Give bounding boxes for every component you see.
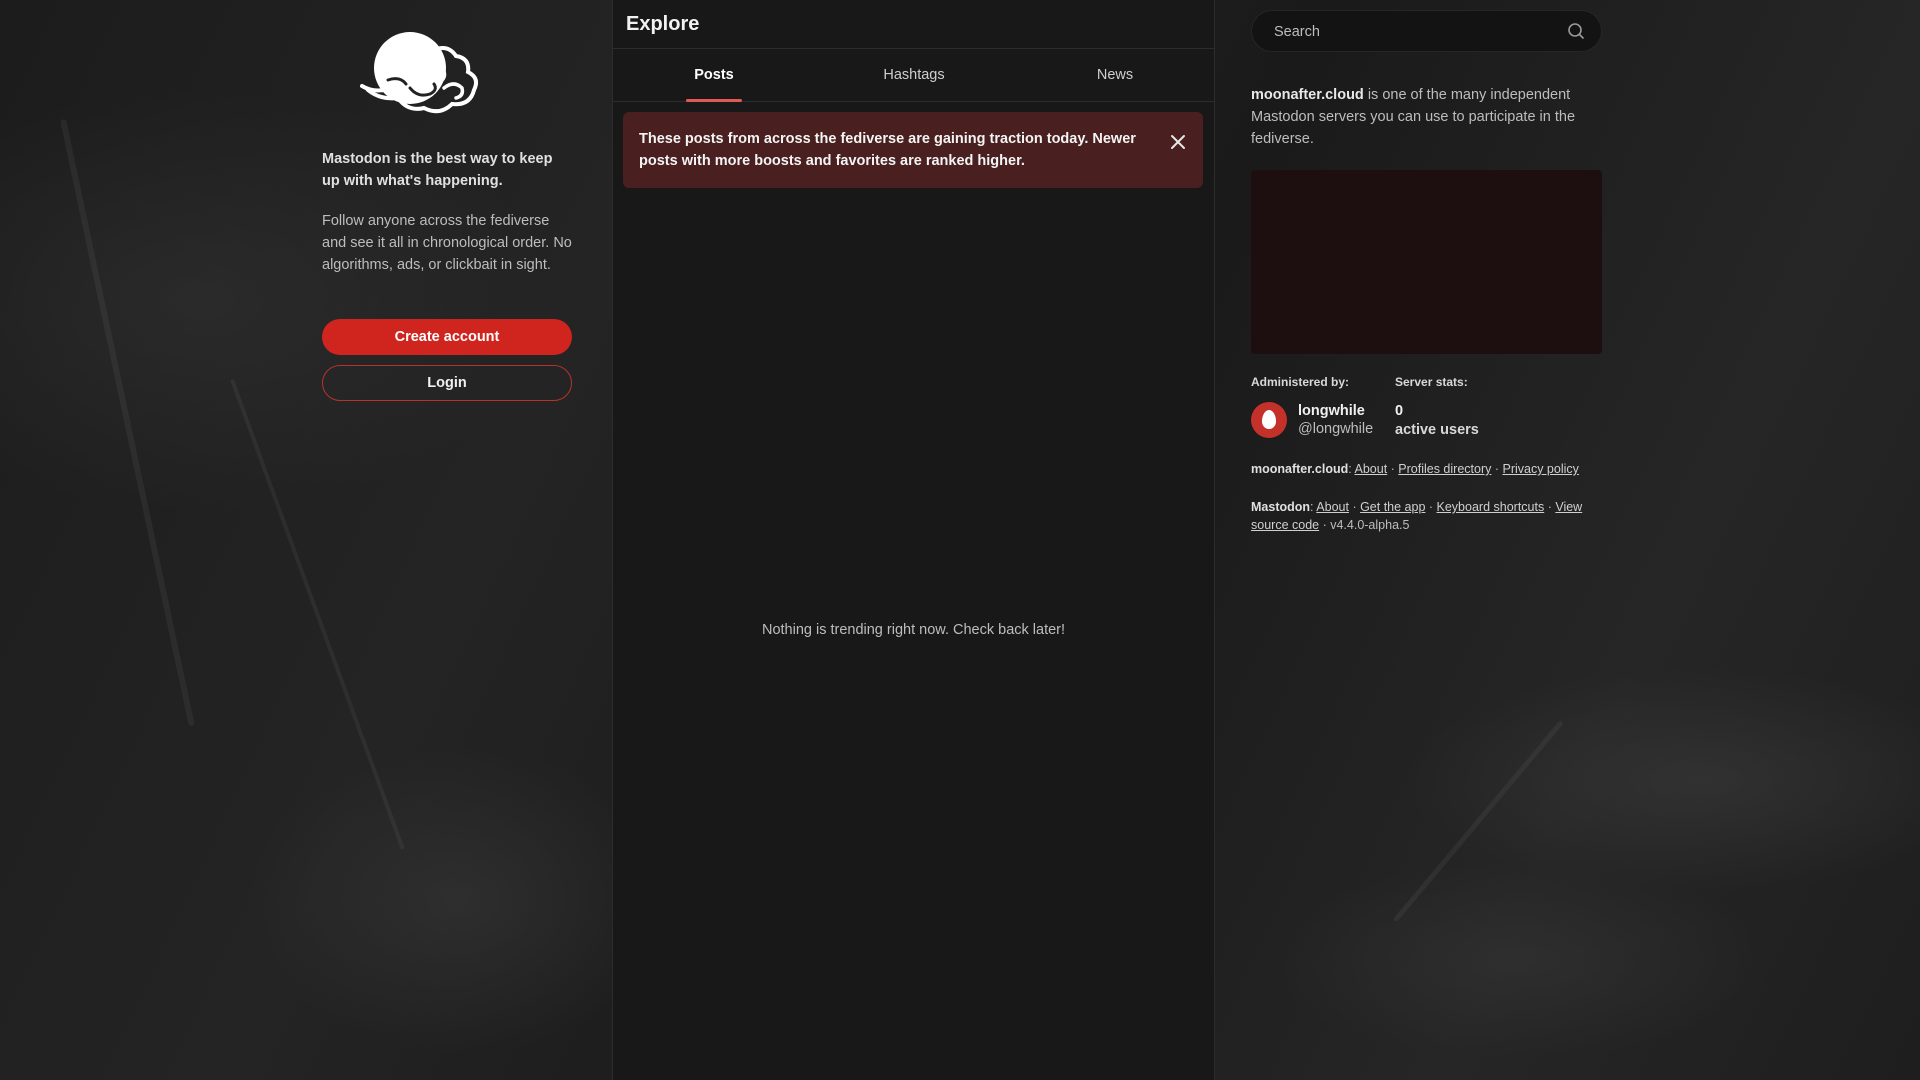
footer-get-app-link[interactable]: Get the app <box>1360 500 1425 514</box>
tab-news[interactable]: News <box>1063 49 1167 101</box>
explore-column: Explore Posts Hashtags News These posts … <box>612 0 1215 1080</box>
footer-about-link[interactable]: About <box>1355 462 1388 476</box>
footer-mastodon-name: Mastodon <box>1251 500 1311 514</box>
search-input[interactable] <box>1272 11 1556 53</box>
explore-header: Explore <box>613 0 1214 49</box>
explore-tabs: Posts Hashtags News <box>613 49 1214 102</box>
avatar[interactable] <box>1251 402 1287 438</box>
active-tab-indicator <box>686 99 742 102</box>
admin-display-name[interactable]: longwhile <box>1298 403 1365 419</box>
search-box <box>1251 10 1602 53</box>
active-users-label: active users <box>1395 422 1479 438</box>
page-title: Explore <box>626 12 700 35</box>
admin-handle[interactable]: @longwhile <box>1298 421 1373 437</box>
search-icon[interactable] <box>1567 22 1585 40</box>
server-stats-label: Server stats: <box>1395 375 1468 389</box>
background-texture <box>60 118 195 727</box>
create-account-button[interactable]: Create account <box>322 319 572 355</box>
tab-hashtags[interactable]: Hashtags <box>862 49 966 101</box>
trending-notice-text: These posts from across the fediverse ar… <box>639 131 1136 169</box>
cloud-logo-icon <box>360 32 478 114</box>
empty-state-message: Nothing is trending right now. Check bac… <box>761 622 1066 638</box>
server-banner <box>1251 170 1602 354</box>
intro-tagline: Mastodon is the best way to keep up with… <box>322 151 553 189</box>
footer-mastodon-about-link[interactable]: About <box>1316 500 1349 514</box>
trending-notice: These posts from across the fediverse ar… <box>623 112 1203 188</box>
tab-posts[interactable]: Posts <box>662 49 766 101</box>
close-icon[interactable] <box>1167 131 1189 153</box>
footer-keyboard-shortcuts-link[interactable]: Keyboard shortcuts <box>1437 500 1545 514</box>
footer-server-name: moonafter.cloud <box>1251 462 1349 476</box>
active-users-count: 0 <box>1395 403 1404 419</box>
background-texture <box>230 378 405 850</box>
server-about: moonafter.cloud is one of the many indep… <box>1251 84 1602 150</box>
intro-description: Follow anyone across the fediverse and s… <box>322 213 572 273</box>
server-footer-links: moonafter.cloud: About · Profiles direct… <box>1251 462 1579 476</box>
administered-by-label: Administered by: <box>1251 375 1350 389</box>
version-label: v4.4.0-alpha.5 <box>1330 518 1410 532</box>
footer-profiles-directory-link[interactable]: Profiles directory <box>1398 462 1491 476</box>
background-texture <box>1392 720 1564 923</box>
login-button[interactable]: Login <box>322 365 572 401</box>
footer-privacy-policy-link[interactable]: Privacy policy <box>1502 462 1578 476</box>
mastodon-footer-links: Mastodon: About · Get the app · Keyboard… <box>1251 500 1583 532</box>
server-domain: moonafter.cloud <box>1251 87 1364 103</box>
